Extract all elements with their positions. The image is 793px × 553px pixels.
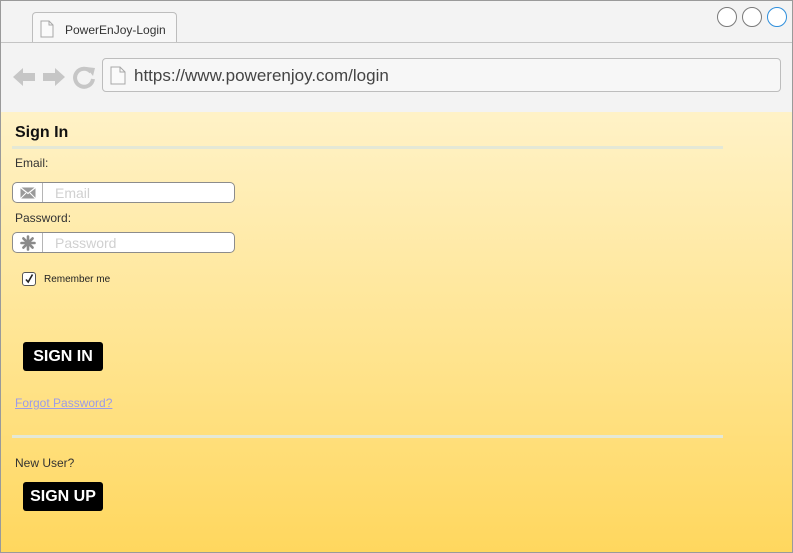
password-input[interactable] — [44, 233, 234, 252]
tab-title: PowerEnJoy-Login — [65, 23, 166, 37]
password-input-group — [12, 232, 235, 253]
browser-tab[interactable]: PowerEnJoy-Login — [32, 12, 177, 43]
forgot-password-link[interactable]: Forgot Password? — [15, 396, 112, 410]
tab-bar: PowerEnJoy-Login — [1, 1, 792, 43]
window-button-1[interactable] — [717, 7, 737, 27]
address-url: https://www.powerenjoy.com/login — [134, 66, 389, 85]
page-title: Sign In — [15, 124, 69, 141]
checkmark-icon — [25, 274, 34, 284]
email-input[interactable] — [44, 183, 234, 202]
arrow-right-icon[interactable] — [42, 65, 66, 89]
window-button-2[interactable] — [742, 7, 762, 27]
envelope-icon — [13, 183, 43, 202]
divider — [12, 146, 723, 149]
page-icon — [110, 66, 126, 85]
email-input-group — [12, 182, 235, 203]
email-label: Email: — [15, 156, 49, 170]
arrow-left-icon[interactable] — [12, 65, 36, 89]
new-user-label: New User? — [15, 456, 75, 470]
asterisk-icon — [13, 233, 43, 252]
divider — [12, 435, 723, 438]
login-page: Sign In Email: Password: — [1, 112, 792, 552]
reload-icon[interactable] — [72, 65, 96, 89]
page-icon — [40, 20, 54, 38]
remember-checkbox[interactable] — [22, 272, 36, 286]
window-button-3[interactable] — [767, 7, 787, 27]
browser-toolbar: https://www.powerenjoy.com/login — [1, 42, 792, 113]
password-label: Password: — [15, 211, 72, 225]
sign-up-button[interactable]: SIGN UP — [23, 482, 103, 511]
sign-in-button[interactable]: SIGN IN — [23, 342, 103, 371]
address-bar[interactable]: https://www.powerenjoy.com/login — [102, 58, 781, 92]
browser-window: PowerEnJoy-Login https://www.powerenjoy.… — [0, 0, 793, 553]
remember-label: Remember me — [44, 274, 111, 285]
